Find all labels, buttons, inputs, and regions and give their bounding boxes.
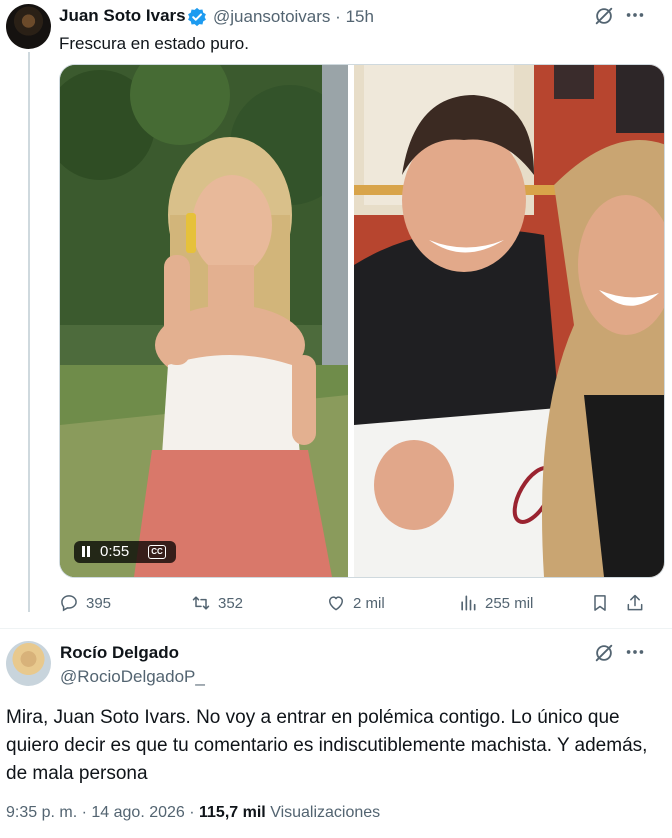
views-button[interactable]: 255 mil (458, 592, 533, 614)
tweet-text: Frescura en estado puro. (59, 34, 249, 53)
tweet-text: Mira, Juan Soto Ivars. No voy a entrar e… (6, 707, 648, 784)
like-count: 2 mil (353, 594, 385, 612)
photo-illustration (354, 65, 664, 577)
video-thumbnail[interactable] (60, 65, 348, 577)
video-time-badge[interactable]: 0:55 CC (74, 541, 176, 563)
views-icon (461, 595, 476, 611)
separator-dot: · (335, 7, 341, 26)
tweet-time[interactable]: 9:35 p. m. (6, 804, 77, 821)
share-icon (627, 594, 643, 611)
reply-button[interactable]: 395 (59, 592, 111, 614)
bookmark-button[interactable] (590, 592, 610, 614)
grok-icon[interactable] (593, 5, 615, 27)
photo[interactable] (354, 65, 664, 577)
views-count: 255 mil (485, 594, 534, 612)
tweet-date[interactable]: 14 ago. 2026 (91, 804, 184, 821)
repost-icon (192, 596, 210, 610)
video-time: 0:55 (100, 543, 130, 560)
reply-icon (61, 595, 77, 612)
author-handle[interactable]: @juansotoivars (213, 7, 330, 26)
grok-icon[interactable] (593, 642, 615, 664)
author-handle[interactable]: @RocioDelgadoP_ (60, 667, 205, 687)
views-count: 115,7 mil (199, 804, 266, 821)
avatar[interactable] (6, 4, 51, 49)
share-button[interactable] (625, 592, 645, 614)
like-icon (329, 596, 343, 611)
pause-icon[interactable] (82, 546, 85, 557)
media-grid[interactable] (59, 64, 665, 578)
author-name[interactable]: Juan Soto Ivars (59, 6, 186, 26)
more-icon[interactable] (624, 641, 646, 663)
author-name[interactable]: Rocío Delgado (60, 643, 179, 663)
thread-line (28, 52, 30, 612)
bookmark-icon (594, 595, 606, 611)
avatar[interactable] (6, 641, 51, 686)
tweet-meta: 9:35 p. m. · 14 ago. 2026 · 115,7 mil Vi… (6, 804, 381, 821)
more-icon[interactable] (624, 4, 646, 26)
tweet-time[interactable]: 15h (346, 7, 374, 26)
reply-count: 395 (86, 594, 112, 612)
divider (0, 628, 672, 629)
repost-button[interactable]: 352 (191, 592, 243, 614)
cc-icon[interactable]: CC (148, 545, 166, 559)
verified-badge-icon (188, 7, 206, 27)
like-button[interactable]: 2 mil (326, 592, 385, 614)
video-frame-illustration (60, 65, 348, 577)
repost-count: 352 (218, 594, 244, 612)
views-label: Visualizaciones (270, 804, 381, 821)
author-handle-and-time[interactable]: @juansotoivars · 15h (213, 7, 374, 27)
